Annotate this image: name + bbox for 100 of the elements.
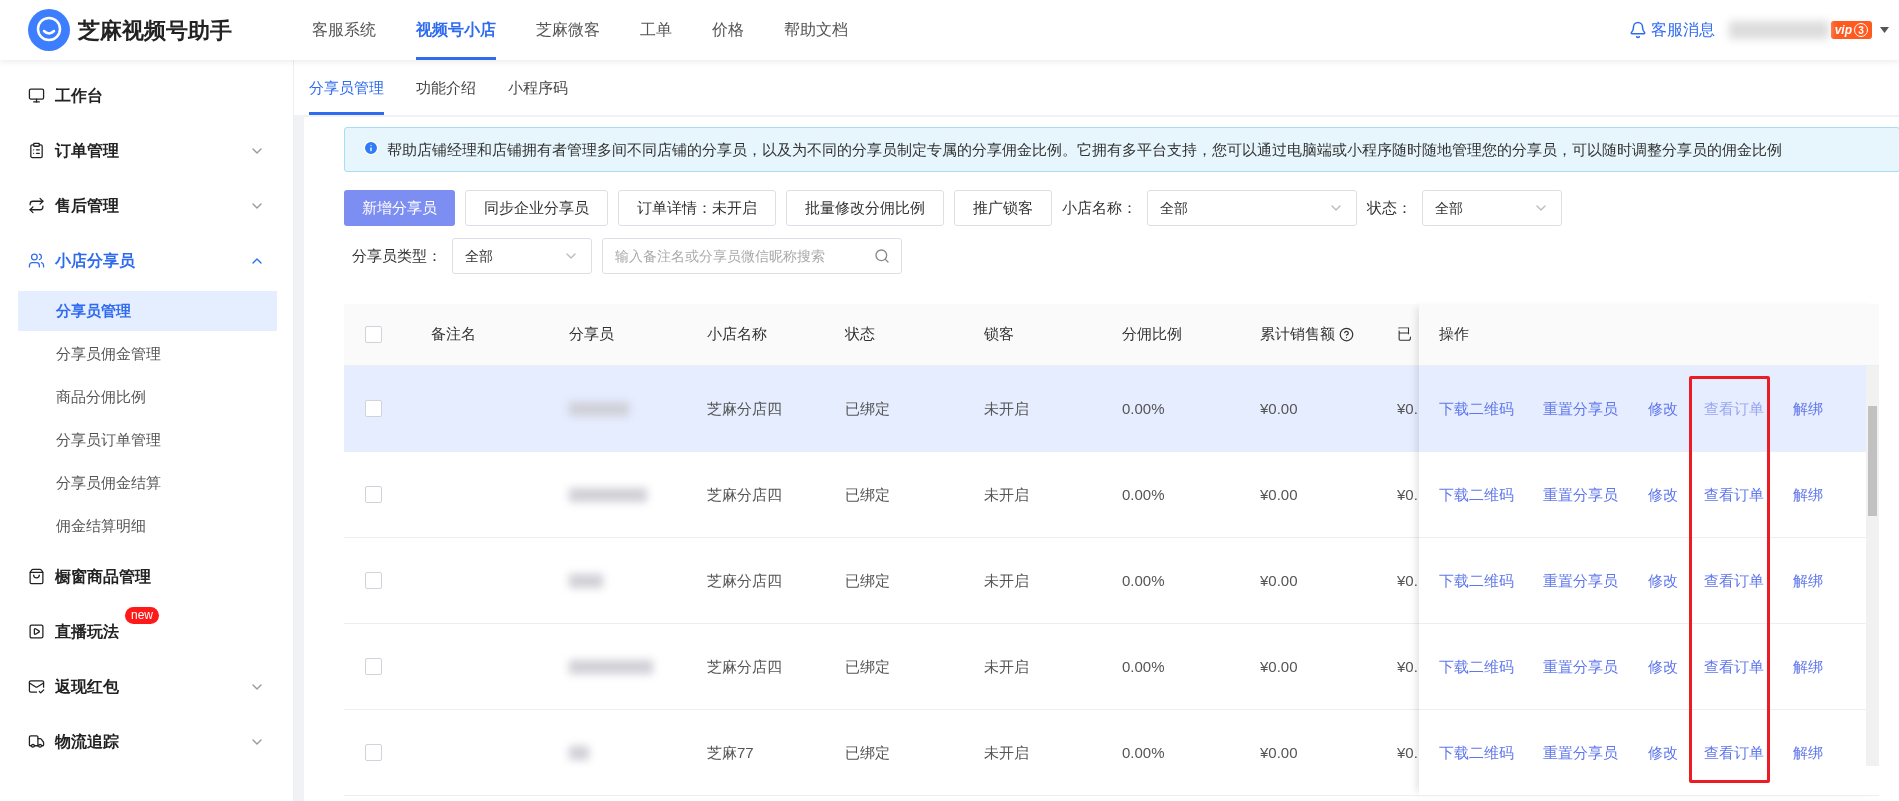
shop-cell: 芝麻分店四 [707, 399, 782, 417]
sidebar-item[interactable]: 返现红包 [0, 659, 293, 714]
toolbar-button[interactable]: 同步企业分享员 [465, 190, 608, 226]
shop-cell: 芝麻77 [707, 743, 754, 761]
tab[interactable]: 小程序码 [508, 65, 568, 115]
lock-cell: 未开启 [984, 571, 1029, 589]
action-link[interactable]: 重置分享员 [1543, 399, 1618, 417]
sales-cell: ¥0.00 [1260, 657, 1298, 675]
sidebar-item[interactable]: 小店分享员 [0, 233, 293, 288]
select-field[interactable]: 全部 [1422, 190, 1562, 226]
checkbox[interactable] [365, 658, 382, 675]
new-badge: new [125, 606, 159, 624]
submenu-item[interactable]: 分享员佣金管理 [18, 334, 277, 374]
action-link[interactable]: 下载二维码 [1439, 743, 1514, 761]
status-cell: 已绑定 [845, 657, 890, 675]
action-link[interactable]: 重置分享员 [1543, 743, 1618, 761]
search-field[interactable]: 输入备注名或分享员微信昵称搜索 [602, 238, 902, 274]
submenu-item[interactable]: 佣金结算明细 [18, 506, 277, 546]
bound-cell: ¥0. [1397, 743, 1418, 761]
toolbar-button[interactable]: 新增分享员 [344, 190, 455, 226]
submenu-item[interactable]: 商品分佣比例 [18, 377, 277, 417]
status-cell: 已绑定 [845, 399, 890, 417]
action-link[interactable]: 修改 [1648, 657, 1678, 675]
rate-cell: 0.00% [1122, 399, 1165, 417]
select-value: 全部 [1435, 198, 1463, 218]
toolbar-button[interactable]: 批量修改分佣比例 [786, 190, 944, 226]
action-link[interactable]: 修改 [1648, 743, 1678, 761]
rate-cell: 0.00% [1122, 657, 1165, 675]
search-icon [874, 248, 890, 264]
sidebar-item[interactable]: 物流追踪 [0, 714, 293, 769]
bag-icon [28, 568, 45, 585]
action-link[interactable]: 查看订单 [1704, 657, 1764, 675]
sidebar-item[interactable]: 订单管理 [0, 123, 293, 178]
bell-icon [1628, 21, 1647, 39]
sales-cell: ¥0.00 [1260, 399, 1298, 417]
action-link[interactable]: 解绑 [1793, 743, 1823, 761]
clipboard-icon [28, 142, 45, 159]
play-icon [28, 623, 45, 640]
toolbar-button[interactable]: 推广锁客 [954, 190, 1052, 226]
select-field[interactable]: 全部 [452, 238, 592, 274]
checkbox[interactable] [365, 326, 382, 343]
lock-cell: 未开启 [984, 485, 1029, 503]
action-link[interactable]: 重置分享员 [1543, 485, 1618, 503]
nav-link[interactable]: 芝麻微客 [536, 0, 600, 60]
bound-cell: ¥0. [1397, 657, 1418, 675]
caret-icon[interactable] [1880, 27, 1889, 33]
checkbox[interactable] [365, 486, 382, 503]
monitor-icon [28, 87, 45, 104]
column-header: 锁客 [984, 324, 1014, 345]
app-name: 芝麻视频号助手 [78, 16, 233, 45]
tab[interactable]: 功能介绍 [416, 65, 476, 115]
action-link[interactable]: 重置分享员 [1543, 571, 1618, 589]
nav-link[interactable]: 客服系统 [312, 0, 376, 60]
action-link[interactable]: 重置分享员 [1543, 657, 1618, 675]
action-link[interactable]: 修改 [1648, 485, 1678, 503]
action-link[interactable]: 解绑 [1793, 657, 1823, 675]
lock-cell: 未开启 [984, 743, 1029, 761]
action-link[interactable]: 解绑 [1793, 571, 1823, 589]
nav-link[interactable]: 价格 [712, 0, 744, 60]
action-link[interactable]: 查看订单 [1704, 485, 1764, 503]
submenu-item[interactable]: 分享员管理 [18, 291, 277, 331]
action-link[interactable]: 解绑 [1793, 399, 1823, 417]
sidebar-item[interactable]: 售后管理 [0, 178, 293, 233]
action-link[interactable]: 查看订单 [1704, 743, 1764, 761]
column-header: 备注名 [431, 324, 476, 345]
select-value: 全部 [465, 246, 493, 266]
select-field[interactable]: 全部 [1147, 190, 1357, 226]
action-link[interactable]: 查看订单 [1704, 571, 1764, 589]
logo-icon [28, 9, 70, 51]
action-link[interactable]: 下载二维码 [1439, 399, 1514, 417]
notice-text: 帮助店铺经理和店铺拥有者管理多间不同店铺的分享员，以及为不同的分享员制定专属的分享佣金比例。它拥有多平台支持，您可以通过电脑端或小程序随时随地管理您的分享员，可以随时调整分享员的佣金比例 [387, 140, 1782, 160]
action-link[interactable]: 解绑 [1793, 485, 1823, 503]
checkbox[interactable] [365, 572, 382, 589]
lock-cell: 未开启 [984, 399, 1029, 417]
sidebar-item[interactable]: 橱窗商品管理 [0, 549, 293, 604]
nav-link[interactable]: 工单 [640, 0, 672, 60]
column-header: 分享员 [569, 324, 614, 345]
action-link[interactable]: 下载二维码 [1439, 485, 1514, 503]
checkbox[interactable] [365, 744, 382, 761]
column-header: 分佣比例 [1122, 324, 1182, 345]
shop-cell: 芝麻分店四 [707, 657, 782, 675]
users-icon [28, 252, 45, 269]
submenu-item[interactable]: 分享员订单管理 [18, 420, 277, 460]
sales-cell: ¥0.00 [1260, 743, 1298, 761]
messages-link[interactable]: 客服消息 [1628, 18, 1715, 42]
sidebar-item[interactable]: 工作台 [0, 68, 293, 123]
filter-label: 分享员类型： [352, 245, 442, 266]
filter-label: 状态： [1367, 197, 1412, 218]
nav-link[interactable]: 帮助文档 [784, 0, 848, 60]
action-link[interactable]: 修改 [1648, 571, 1678, 589]
sales-cell: ¥0.00 [1260, 571, 1298, 589]
action-link[interactable]: 下载二维码 [1439, 657, 1514, 675]
submenu-item[interactable]: 分享员佣金结算 [18, 463, 277, 503]
checkbox[interactable] [365, 400, 382, 417]
sidebar-item[interactable]: 直播玩法 new [0, 604, 293, 659]
blurred-name [569, 573, 603, 588]
action-link[interactable]: 下载二维码 [1439, 571, 1514, 589]
action-link[interactable]: 修改 [1648, 399, 1678, 417]
toolbar-button[interactable]: 订单详情：未开启 [618, 190, 776, 226]
lock-cell: 未开启 [984, 657, 1029, 675]
